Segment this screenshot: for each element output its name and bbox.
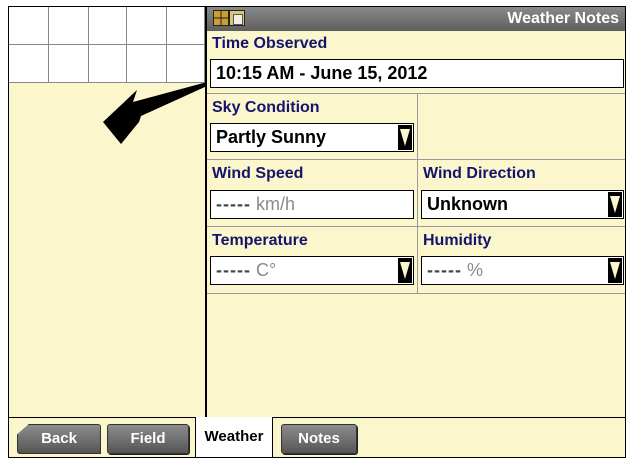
temperature-dropdown[interactable]: ----- C° — [210, 256, 414, 285]
notes-icon — [229, 10, 245, 26]
grid-map-icon — [213, 10, 229, 26]
temperature-unit: C° — [256, 260, 277, 280]
grid-cell[interactable] — [9, 45, 49, 83]
tab-bar: Back Field Weather Notes — [9, 417, 625, 457]
time-observed-value: 10:15 AM - June 15, 2012 — [216, 63, 428, 83]
chevron-down-icon[interactable] — [608, 258, 622, 283]
divider — [207, 159, 625, 160]
weather-notes-screen: Weather Notes Time Observed 10:15 AM - J… — [8, 6, 626, 458]
humidity-dashes: ----- — [427, 260, 462, 280]
wind-speed-label: Wind Speed — [212, 165, 304, 182]
humidity-label: Humidity — [423, 232, 492, 249]
panel-divider — [205, 7, 207, 417]
humidity-unit: % — [467, 260, 484, 280]
wind-speed-field[interactable]: ----- km/h — [210, 190, 414, 219]
column-divider — [417, 93, 418, 293]
temperature-label: Temperature — [212, 232, 308, 249]
temperature-dashes: ----- — [216, 260, 251, 280]
grid-cell[interactable] — [49, 7, 89, 45]
sky-condition-dropdown[interactable]: Partly Sunny — [210, 123, 414, 152]
left-panel — [9, 7, 205, 417]
divider — [207, 226, 625, 227]
window-title: Weather Notes — [507, 10, 619, 27]
sky-condition-label: Sky Condition — [212, 99, 320, 116]
grid-cell[interactable] — [89, 7, 127, 45]
wind-speed-dashes: ----- — [216, 194, 251, 214]
field-grid — [9, 7, 205, 83]
grid-cell[interactable] — [127, 7, 167, 45]
chevron-down-icon[interactable] — [608, 192, 622, 217]
back-button[interactable]: Back — [17, 424, 101, 454]
pointer-arrow-icon — [103, 82, 207, 144]
wind-direction-value: Unknown — [427, 194, 508, 214]
chevron-down-icon[interactable] — [398, 258, 412, 283]
sky-condition-value: Partly Sunny — [216, 127, 327, 147]
time-observed-field[interactable]: 10:15 AM - June 15, 2012 — [210, 59, 624, 88]
grid-cell[interactable] — [9, 7, 49, 45]
divider — [207, 293, 625, 294]
grid-cell[interactable] — [167, 7, 205, 45]
time-observed-label: Time Observed — [212, 35, 328, 52]
wind-direction-dropdown[interactable]: Unknown — [421, 190, 624, 219]
wind-speed-unit: km/h — [256, 194, 296, 214]
wind-direction-label: Wind Direction — [423, 165, 536, 182]
chevron-down-icon[interactable] — [398, 125, 412, 150]
grid-cell[interactable] — [49, 45, 89, 83]
tab-field[interactable]: Field — [107, 424, 189, 454]
tab-weather[interactable]: Weather — [195, 417, 273, 457]
title-bar: Weather Notes — [207, 7, 625, 31]
humidity-dropdown[interactable]: ----- % — [421, 256, 624, 285]
tab-notes[interactable]: Notes — [281, 424, 357, 454]
